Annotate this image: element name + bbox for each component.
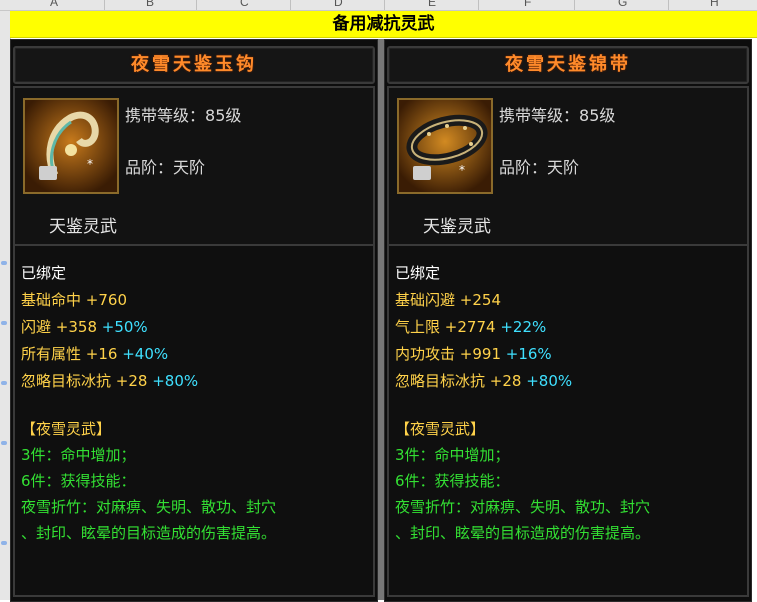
svg-text:*: * xyxy=(459,163,465,177)
set-line: 、封印、眩晕的目标造成的伤害提高。 xyxy=(21,524,277,542)
stat-row: 内功攻击 +991 +16% xyxy=(395,343,552,364)
item-grade: 品阶：天阶 xyxy=(125,154,205,178)
grade-value: 天阶 xyxy=(173,158,206,177)
carry-level: 携带等级：85级 xyxy=(499,102,615,126)
set-line: 3件：命中增加； xyxy=(21,446,136,464)
stat-value: +358 xyxy=(55,318,97,336)
column-header-d[interactable]: D xyxy=(334,0,343,9)
stat-value: +28 xyxy=(489,372,522,390)
stat-value: +16 xyxy=(85,345,118,363)
row-marker xyxy=(1,381,7,385)
item-title-bar: 夜雪天鉴锦带 xyxy=(387,46,749,84)
item-grade: 品阶：天阶 xyxy=(499,154,579,178)
column-header-a[interactable]: A xyxy=(50,0,58,9)
stat-value: +2774 xyxy=(444,318,496,336)
set-line: 6件：获得技能： xyxy=(395,472,510,490)
belt-icon: * xyxy=(397,98,493,194)
bound-status: 已绑定 xyxy=(21,264,67,282)
set-title: 【夜雪灵武】 xyxy=(21,420,112,438)
carry-level-label: 携带等级： xyxy=(499,106,580,125)
stat-value: +28 xyxy=(115,372,148,390)
grade-label: 品阶： xyxy=(125,158,174,177)
stat-row: 气上限 +2774 +22% xyxy=(395,316,546,337)
row-marker xyxy=(1,441,7,445)
stat-percent: +80% xyxy=(526,372,573,390)
column-separator xyxy=(668,0,669,10)
stat-name: 气上限 xyxy=(395,318,441,336)
column-separator xyxy=(574,0,575,10)
column-header-c[interactable]: C xyxy=(240,0,249,9)
item-stats-box: 已绑定 基础命中 +760 闪避 +358 +50% 所有属性 +16 +40%… xyxy=(13,244,375,597)
grade-label: 品阶： xyxy=(499,158,548,177)
item-name: 夜雪天鉴玉钩 xyxy=(131,54,257,75)
stat-row: 闪避 +358 +50% xyxy=(21,316,148,337)
stat-name: 忽略目标冰抗 xyxy=(395,372,486,390)
column-header-b[interactable]: B xyxy=(146,0,154,9)
bound-status: 已绑定 xyxy=(395,264,441,282)
set-title: 【夜雪灵武】 xyxy=(395,420,486,438)
stat-row: 忽略目标冰抗 +28 +80% xyxy=(395,370,572,391)
carry-level-value: 85级 xyxy=(205,106,242,125)
column-separator xyxy=(384,0,385,10)
stat-name: 所有属性 xyxy=(21,345,82,363)
stat-row: 基础闪避 +254 xyxy=(395,289,501,310)
carry-level-label: 携带等级： xyxy=(125,106,206,125)
column-separator xyxy=(478,0,479,10)
column-header-bar: A B C D E F G H xyxy=(0,0,757,11)
set-line: 夜雪折竹：对麻痹、失明、散功、封穴 xyxy=(21,498,277,516)
item-name: 夜雪天鉴锦带 xyxy=(505,54,631,75)
merged-title-cell[interactable]: 备用减抗灵武 xyxy=(10,11,757,38)
column-separator xyxy=(196,0,197,10)
set-line: 6件：获得技能： xyxy=(21,472,136,490)
carry-level-value: 85级 xyxy=(579,106,616,125)
stat-percent: +22% xyxy=(500,318,547,336)
stat-name: 基础闪避 xyxy=(395,291,456,309)
stat-name: 内功攻击 xyxy=(395,345,456,363)
set-line: 夜雪折竹：对麻痹、失明、散功、封穴 xyxy=(395,498,651,516)
row-marker xyxy=(1,261,7,265)
stat-row: 忽略目标冰抗 +28 +80% xyxy=(21,370,198,391)
stat-percent: +40% xyxy=(122,345,169,363)
stat-row: 基础命中 +760 xyxy=(21,289,127,310)
column-header-e[interactable]: E xyxy=(428,0,436,9)
stat-value: +254 xyxy=(459,291,501,309)
stat-percent: +80% xyxy=(152,372,199,390)
item-stats-box: 已绑定 基础闪避 +254 气上限 +2774 +22% 内功攻击 +991 +… xyxy=(387,244,749,597)
item-category: 天鉴灵武 xyxy=(49,217,117,237)
svg-text:*: * xyxy=(87,157,93,171)
column-header-g[interactable]: G xyxy=(618,0,627,9)
jade-hook-icon: * xyxy=(23,98,119,194)
stat-percent: +16% xyxy=(505,345,552,363)
stat-name: 闪避 xyxy=(21,318,52,336)
item-tooltip-left[interactable]: 夜雪天鉴玉钩 * 携带等级：85级 品阶：天阶 天鉴灵武 已绑定 基础命中 +7… xyxy=(10,39,378,602)
column-header-f[interactable]: F xyxy=(524,0,531,9)
stat-name: 忽略目标冰抗 xyxy=(21,372,112,390)
stat-name: 基础命中 xyxy=(21,291,82,309)
stat-percent: +50% xyxy=(101,318,148,336)
item-category: 天鉴灵武 xyxy=(423,217,491,237)
stat-value: +760 xyxy=(85,291,127,309)
set-line: 、封印、眩晕的目标造成的伤害提高。 xyxy=(395,524,651,542)
row-marker xyxy=(1,321,7,325)
set-line: 3件：命中增加； xyxy=(395,446,510,464)
column-header-h[interactable]: H xyxy=(710,0,719,9)
row-marker xyxy=(1,541,7,545)
stat-row: 所有属性 +16 +40% xyxy=(21,343,168,364)
column-separator xyxy=(104,0,105,10)
column-separator xyxy=(290,0,291,10)
stat-value: +991 xyxy=(459,345,501,363)
item-title-bar: 夜雪天鉴玉钩 xyxy=(13,46,375,84)
grade-value: 天阶 xyxy=(547,158,580,177)
item-tooltip-right[interactable]: 夜雪天鉴锦带 * 携带等级：85级 品阶：天阶 天鉴灵武 已绑定 基础闪避 +2… xyxy=(384,39,752,602)
carry-level: 携带等级：85级 xyxy=(125,102,241,126)
